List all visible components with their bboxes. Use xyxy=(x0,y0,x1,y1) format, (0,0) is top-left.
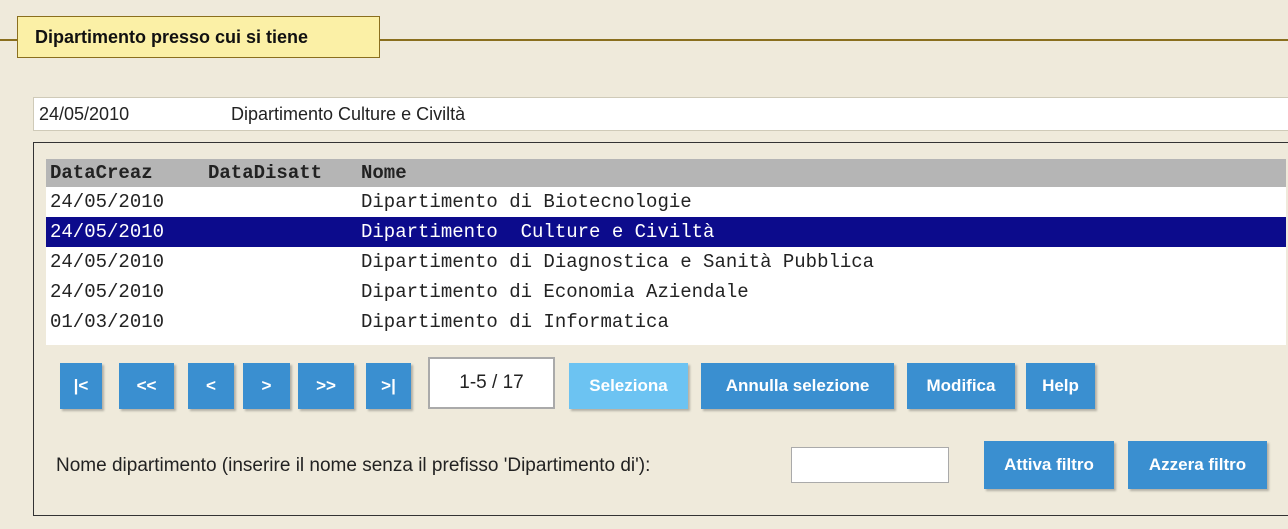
next-page-button[interactable]: >> xyxy=(298,363,354,409)
next-button[interactable]: > xyxy=(243,363,290,409)
department-panel: DataCreaz DataDisatt Nome 24/05/2010 Dip… xyxy=(33,142,1288,516)
modifica-button[interactable]: Modifica xyxy=(907,363,1015,409)
cell-datadisatt xyxy=(208,187,361,217)
annulla-selezione-button[interactable]: Annulla selezione xyxy=(701,363,894,409)
selected-date: 24/05/2010 xyxy=(39,103,130,124)
first-page-button[interactable]: |< xyxy=(60,363,102,409)
filter-label: Nome dipartimento (inserire il nome senz… xyxy=(56,455,651,476)
cell-nome: Dipartimento di Economia Aziendale xyxy=(361,281,749,303)
cell-nome: Dipartimento Culture e Civiltà xyxy=(361,221,715,243)
cell-nome: Dipartimento di Informatica xyxy=(361,311,669,333)
attiva-filtro-button[interactable]: Attiva filtro xyxy=(984,441,1114,489)
table-row[interactable]: 24/05/2010 Dipartimento di Biotecnologie xyxy=(46,187,1286,217)
department-name-filter-input[interactable] xyxy=(791,447,949,483)
department-grid: DataCreaz DataDisatt Nome 24/05/2010 Dip… xyxy=(46,159,1286,345)
cell-datacreaz: 01/03/2010 xyxy=(50,311,165,333)
previous-button[interactable]: < xyxy=(188,363,234,409)
cell-datacreaz: 24/05/2010 xyxy=(50,281,165,303)
cell-nome: Dipartimento di Biotecnologie xyxy=(361,191,692,213)
group-title: Dipartimento presso cui si tiene xyxy=(35,26,309,47)
column-header-datadisatt[interactable]: DataDisatt xyxy=(208,159,361,187)
last-page-button[interactable]: >| xyxy=(366,363,411,409)
seleziona-button[interactable]: Seleziona xyxy=(569,363,688,409)
page-indicator: 1-5 / 17 xyxy=(428,357,555,409)
table-row[interactable]: 24/05/2010 Dipartimento di Diagnostica e… xyxy=(46,247,1286,277)
grid-header: DataCreaz DataDisatt Nome xyxy=(46,159,1286,187)
cell-datadisatt xyxy=(208,217,361,247)
selected-department-display: 24/05/2010 Dipartimento Culture e Civilt… xyxy=(33,97,1288,131)
azzera-filtro-button[interactable]: Azzera filtro xyxy=(1128,441,1267,489)
cell-datadisatt xyxy=(208,277,361,307)
cell-datadisatt xyxy=(208,307,361,337)
table-row[interactable]: 24/05/2010 Dipartimento di Economia Azie… xyxy=(46,277,1286,307)
column-header-datacreaz[interactable]: DataCreaz xyxy=(46,159,208,187)
table-row-selected[interactable]: 24/05/2010 Dipartimento Culture e Civilt… xyxy=(46,217,1286,247)
selected-name: Dipartimento Culture e Civiltà xyxy=(231,103,466,124)
cell-nome: Dipartimento di Diagnostica e Sanità Pub… xyxy=(361,251,875,273)
cell-datacreaz: 24/05/2010 xyxy=(50,191,165,213)
previous-page-button[interactable]: << xyxy=(119,363,174,409)
column-header-nome[interactable]: Nome xyxy=(361,159,1286,187)
cell-datacreaz: 24/05/2010 xyxy=(50,251,165,273)
cell-datadisatt xyxy=(208,247,361,277)
table-row[interactable]: 01/03/2010 Dipartimento di Informatica xyxy=(46,307,1286,337)
help-button[interactable]: Help xyxy=(1026,363,1095,409)
group-legend: Dipartimento presso cui si tiene xyxy=(17,16,380,58)
cell-datacreaz: 24/05/2010 xyxy=(50,221,165,243)
